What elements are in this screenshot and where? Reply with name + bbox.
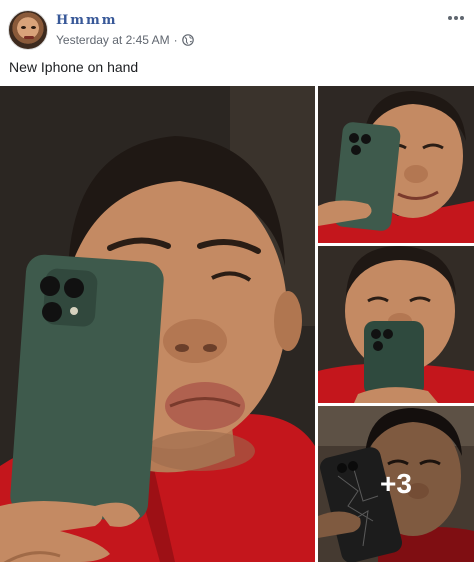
selfie-photo	[318, 246, 474, 403]
avatar[interactable]	[8, 10, 48, 50]
more-options-icon[interactable]	[446, 12, 466, 26]
gallery-photo-3[interactable]	[318, 246, 474, 403]
avatar-mouth	[24, 36, 34, 39]
selfie-photo	[318, 86, 474, 243]
photo-gallery: +3	[0, 86, 474, 562]
post-timestamp[interactable]: Yesterday at 2:45 AM	[56, 33, 170, 47]
post-header: Hmmm Yesterday at 2:45 AM ·	[0, 0, 474, 60]
selfie-photo	[0, 86, 315, 562]
more-photos-count: +3	[380, 468, 412, 499]
more-photos-overlay[interactable]: +3	[318, 406, 474, 562]
avatar-eye	[21, 26, 26, 29]
globe-icon[interactable]	[181, 34, 194, 46]
post-meta: Yesterday at 2:45 AM ·	[56, 33, 194, 47]
post-text: New Iphone on hand	[9, 59, 139, 75]
gallery-photo-main[interactable]	[0, 86, 315, 562]
meta-separator: ·	[173, 33, 178, 47]
avatar-eye	[31, 26, 36, 29]
author-name[interactable]: Hmmm	[56, 13, 118, 28]
gallery-photo-2[interactable]	[318, 86, 474, 243]
gallery-photo-4[interactable]: +3	[318, 406, 474, 562]
